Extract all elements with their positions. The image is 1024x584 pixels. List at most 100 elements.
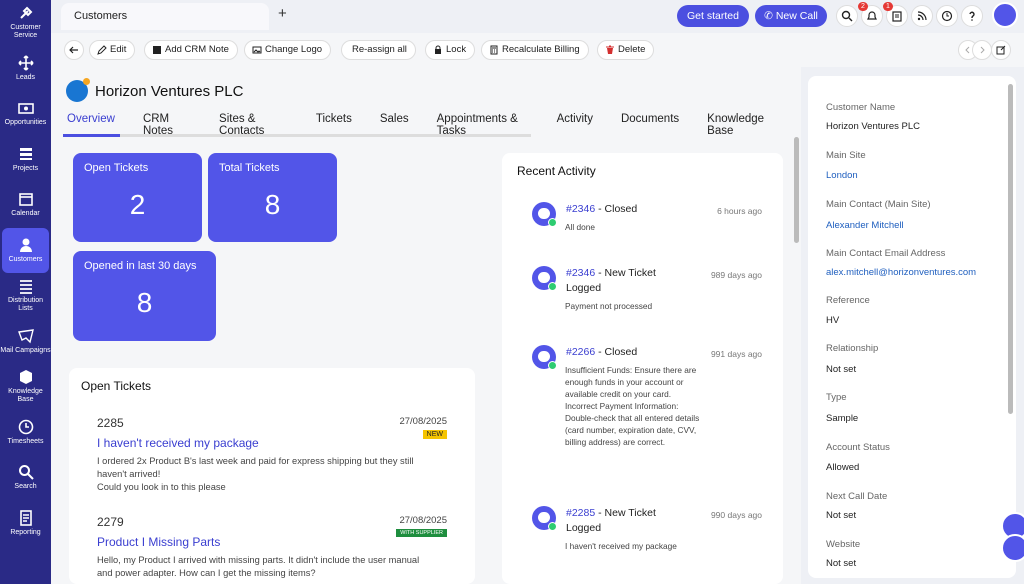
top-bar: Customers + Get started ✆ New Call 2 1 [51,0,1024,33]
history-button[interactable] [936,5,958,27]
ticket-title[interactable]: Product I Missing Parts [97,535,447,549]
next-record-button[interactable] [972,40,992,60]
ticket-description: I ordered 2x Product B's last week and p… [97,455,447,494]
new-tab-button[interactable]: + [278,5,287,22]
ticket-link[interactable]: #2285 [566,507,595,519]
customer-name-value: Horizon Ventures PLC [826,121,920,132]
calendar-icon [18,193,33,207]
rss-button[interactable] [911,5,933,27]
ticket-date: 27/08/2025 [399,515,447,526]
tab-sales[interactable]: Sales [376,113,413,143]
activity-description: All done [565,222,595,232]
tasks-badge: 1 [883,2,893,11]
sidebar-item-timesheets[interactable]: Timesheets [0,410,51,456]
user-avatar[interactable] [992,2,1018,28]
money-icon [17,103,34,115]
status-badge: NEW [422,430,447,439]
new-call-button[interactable]: ✆ New Call [755,5,827,27]
ticket-item[interactable]: 2285 27/08/2025 NEW I haven't received m… [97,416,447,494]
search-icon [18,465,34,480]
ticket-date: 27/08/2025 [399,416,447,427]
rss-icon [917,11,927,21]
sidebar-item-customers[interactable]: Customers [2,227,49,273]
sidebar-item-distribution-lists[interactable]: Distribution Lists [0,273,51,319]
sidebar-item-calendar[interactable]: Calendar [0,182,51,228]
tab-overview[interactable]: Overview [63,113,119,143]
sidebar-item-customer-service[interactable]: Customer Service [0,0,51,46]
sidebar-item-reporting[interactable]: Reporting [0,501,51,547]
main-contact-link[interactable]: Alexander Mitchell [826,220,904,231]
ticket-link[interactable]: #2346 [566,267,595,279]
ticket-link[interactable]: #2266 [566,346,595,358]
phone-icon: ✆ [764,10,776,22]
lock-button[interactable]: Lock [425,40,476,60]
open-tickets-stat[interactable]: Open Tickets 2 [73,153,202,242]
sidebar-item-leads[interactable]: Leads [0,46,51,92]
details-scrollbar[interactable] [1008,84,1013,414]
tab-crm-notes[interactable]: CRM Notes [139,113,195,143]
ticket-link[interactable]: #2346 [566,203,595,215]
report-icon [19,509,32,526]
sidebar-item-label: Knowledge Base [8,388,43,404]
add-crm-note-button[interactable]: Add CRM Note [144,40,238,60]
delete-button[interactable]: Delete [597,40,655,60]
website-value: Not set [826,558,857,569]
ticket-item[interactable]: 2279 27/08/2025 WITH SUPPLIER Product I … [97,515,447,580]
sidebar-item-label: Reporting [10,528,41,536]
field-label: Reference [826,295,870,306]
tab-activity[interactable]: Activity [553,113,597,143]
clipboard-icon [892,11,902,22]
ticket-desc-line: I ordered 2x Product B's last week and p… [97,456,414,466]
change-logo-label: Change Logo [265,44,323,55]
ticket-title[interactable]: I haven't received my package [97,436,447,450]
image-icon [252,46,262,54]
reassign-all-button[interactable]: Re-assign all [341,40,416,60]
sidebar-item-opportunities[interactable]: Opportunities [0,91,51,137]
email-link[interactable]: alex.mitchell@horizonventures.com [826,267,976,278]
ticket-desc-line: haven't arrived! [97,469,161,479]
tasks-button[interactable]: 1 [883,2,908,27]
activity-time: 990 days ago [710,510,762,520]
edit-external-icon [996,45,1006,55]
tab-knowledge-base[interactable]: Knowledge Base [703,113,781,143]
ticket-description: Hello, my Product I arrived with missing… [97,554,447,580]
ticket-id: 2285 [97,416,124,430]
tab-customers[interactable]: Customers [61,3,269,30]
recalculate-billing-button[interactable]: Recalculate Billing [481,40,589,60]
edit-button[interactable]: Edit [89,40,136,60]
sidebar-item-search[interactable]: Search [0,455,51,501]
sidebar: Customer Service Leads Opportunities Pro… [0,0,51,584]
field-label: Main Site [826,150,866,161]
note-icon [153,46,161,54]
customer-header: Horizon Ventures PLC [66,78,243,102]
change-logo-button[interactable]: Change Logo [244,40,332,60]
main-site-link[interactable]: London [826,170,858,181]
opened-30-days-stat[interactable]: Opened in last 30 days 8 [73,251,216,341]
lock-label: Lock [446,44,467,55]
mail-icon [17,328,34,344]
sidebar-item-projects[interactable]: Projects [0,137,51,183]
field-label: Type [826,392,847,403]
sidebar-item-label: Calendar [11,210,40,218]
clock-icon [941,10,953,22]
card-title: Recent Activity [517,164,596,178]
tab-tickets[interactable]: Tickets [312,113,356,143]
back-button[interactable] [64,40,84,60]
tab-sites-contacts[interactable]: Sites & Contacts [215,113,292,143]
open-external-button[interactable] [991,40,1011,60]
search-button[interactable] [836,5,858,27]
help-button[interactable] [961,5,983,27]
sidebar-item-mail-campaigns[interactable]: Mail Campaigns [0,319,51,365]
sidebar-item-knowledge-base[interactable]: Knowledge Base [0,364,51,410]
calculator-icon [490,45,498,55]
tab-documents[interactable]: Documents [617,113,683,143]
get-started-button[interactable]: Get started [677,5,749,27]
support-widget-button[interactable] [1001,534,1024,562]
list-icon [19,280,32,295]
main-scrollbar[interactable] [794,137,799,243]
sidebar-item-label: Customers [8,255,43,263]
notifications-button[interactable]: 2 [858,2,883,27]
tab-appointments-tasks[interactable]: Appointments & Tasks [433,113,533,143]
total-tickets-stat[interactable]: Total Tickets 8 [208,153,337,242]
sidebar-item-label: Timesheets [7,437,44,445]
